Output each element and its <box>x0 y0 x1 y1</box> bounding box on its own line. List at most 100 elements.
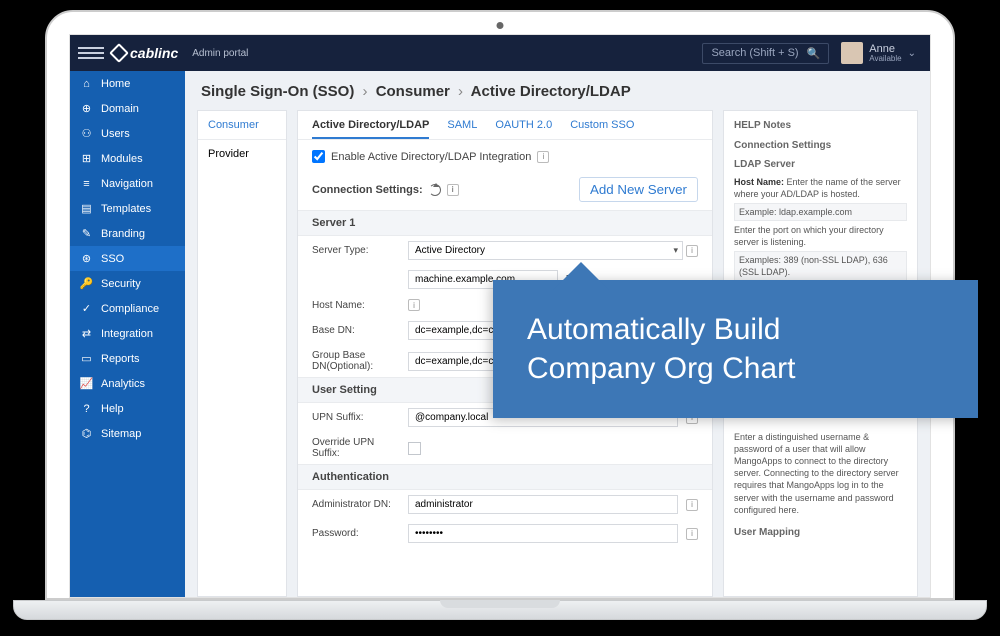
home-icon: ⌂ <box>80 77 93 90</box>
search-input[interactable]: Search (Shift + S) 🔍 <box>702 43 829 64</box>
sidebar-item-label: Users <box>101 128 130 140</box>
left-item-consumer[interactable]: Consumer <box>198 111 286 140</box>
search-placeholder: Search (Shift + S) <box>711 47 798 59</box>
tab-custom[interactable]: Custom SSO <box>570 119 634 139</box>
portal-label: Admin portal <box>192 48 248 59</box>
sidebar-item-sitemap[interactable]: ⌬Sitemap <box>70 421 185 446</box>
breadcrumb: Single Sign-On (SSO) › Consumer › Active… <box>185 71 930 110</box>
branding-icon: ✎ <box>80 227 93 240</box>
help-host-lbl: Host Name: <box>734 177 784 187</box>
sidebar-item-label: Navigation <box>101 178 153 190</box>
templates-icon: ▤ <box>80 202 93 215</box>
info-icon[interactable]: i <box>686 245 698 257</box>
info-icon[interactable]: i <box>447 184 459 196</box>
server-type-label: Server Type: <box>312 245 400 256</box>
override-upn-checkbox[interactable] <box>408 442 421 455</box>
brand-logo-icon <box>109 43 129 63</box>
crumb-adldap: Active Directory/LDAP <box>471 83 631 100</box>
upn-suffix-label: UPN Suffix: <box>312 412 400 423</box>
sidebar-item-label: Security <box>101 278 141 290</box>
host-name-label: Host Name: <box>312 300 400 311</box>
laptop-base <box>13 600 987 620</box>
help-example-ports: Examples: 389 (non-SSL LDAP), 636 (SSL L… <box>734 251 907 281</box>
sidebar-item-label: Domain <box>101 103 139 115</box>
sidebar-item-compliance[interactable]: ✓ Compliance <box>70 296 185 321</box>
search-icon: 🔍 <box>807 47 821 60</box>
sidebar-item-label: Home <box>101 78 130 90</box>
sidebar-item-modules[interactable]: ⊞Modules <box>70 146 185 171</box>
sidebar-item-label: SSO <box>101 253 124 265</box>
help-port-txt: Enter the port on which your directory s… <box>734 224 907 248</box>
left-item-provider[interactable]: Provider <box>198 140 286 168</box>
info-icon[interactable]: i <box>686 528 698 540</box>
sidebar-item-label: Compliance <box>101 303 159 315</box>
info-icon[interactable]: i <box>686 499 698 511</box>
sidebar-item-branding[interactable]: ✎ Branding <box>70 221 185 246</box>
add-server-button[interactable]: Add New Server <box>579 177 698 202</box>
password-label: Password: <box>312 528 400 539</box>
sidebar-item-sso[interactable]: ⊛SSO <box>70 246 185 271</box>
sidebar-item-navigation[interactable]: ≡Navigation <box>70 171 185 196</box>
password-input[interactable] <box>408 524 678 543</box>
connection-settings-label: Connection Settings: <box>312 184 423 196</box>
server-1-header: Server 1 <box>298 210 712 236</box>
user-menu[interactable]: Anne Available ⌄ <box>841 42 916 64</box>
sidebar-item-security[interactable]: 🔑 Security <box>70 271 185 296</box>
sso-tabs: Active Directory/LDAP SAML OAUTH 2.0 Cus… <box>298 111 712 140</box>
group-base-dn-label: Group Base DN(Optional): <box>312 350 400 372</box>
sidebar-item-users[interactable]: ⚇ Users <box>70 121 185 146</box>
sidebar-item-reports[interactable]: ▭ Reports <box>70 346 185 371</box>
crumb-sso[interactable]: Single Sign-On (SSO) <box>201 83 354 100</box>
sidebar-item-label: Modules <box>101 153 143 165</box>
tab-oauth[interactable]: OAUTH 2.0 <box>495 119 552 139</box>
app-header: cablinc Admin portal Search (Shift + S) … <box>70 35 930 71</box>
integration-icon: ⇄ <box>80 327 93 340</box>
enable-adldap-checkbox[interactable] <box>312 150 325 163</box>
enable-adldap-label: Enable Active Directory/LDAP Integration <box>331 151 531 163</box>
info-icon[interactable]: i <box>408 299 420 311</box>
help-ldap-server: LDAP Server <box>734 158 907 172</box>
sidebar-item-integration[interactable]: ⇄ Integration <box>70 321 185 346</box>
brand[interactable]: cablinc <box>112 45 178 61</box>
sidebar-item-home[interactable]: ⌂ Home <box>70 71 185 96</box>
sidebar: ⌂ Home ⊕ Domain ⚇ Users ⊞Modules ≡Navigatio… <box>70 71 185 597</box>
help-title: HELP Notes <box>734 119 907 133</box>
reports-icon: ▭ <box>80 352 93 365</box>
callout-line1: Automatically Build <box>527 310 944 349</box>
users-icon: ⚇ <box>80 127 93 140</box>
tab-saml[interactable]: SAML <box>447 119 477 139</box>
help-conn-settings: Connection Settings <box>734 139 907 153</box>
sidebar-item-label: Analytics <box>101 378 145 390</box>
admin-dn-label: Administrator DN: <box>312 499 400 510</box>
sidebar-item-label: Help <box>101 403 124 415</box>
sidebar-item-templates[interactable]: ▤ Templates <box>70 196 185 221</box>
admin-dn-input[interactable] <box>408 495 678 514</box>
crumb-consumer[interactable]: Consumer <box>376 83 450 100</box>
globe-icon: ⊕ <box>80 102 93 115</box>
info-icon[interactable]: i <box>537 151 549 163</box>
sidebar-item-help[interactable]: ? Help <box>70 396 185 421</box>
laptop-notch <box>440 600 560 608</box>
brand-name: cablinc <box>130 45 178 61</box>
sidebar-item-analytics[interactable]: 📈Analytics <box>70 371 185 396</box>
help-icon: ? <box>80 402 93 415</box>
key-icon: 🔑 <box>80 277 93 290</box>
base-dn-label: Base DN: <box>312 325 400 336</box>
authentication-header: Authentication <box>298 464 712 490</box>
help-example-host: Example: ldap.example.com <box>734 203 907 221</box>
server-type-select[interactable]: Active Directory <box>408 241 683 260</box>
consumer-provider-list: Consumer Provider <box>197 110 287 597</box>
sidebar-item-domain[interactable]: ⊕ Domain <box>70 96 185 121</box>
sidebar-item-label: Integration <box>101 328 153 340</box>
shield-icon: ✓ <box>80 302 93 315</box>
sidebar-item-label: Sitemap <box>101 428 141 440</box>
sidebar-item-label: Templates <box>101 203 151 215</box>
avatar <box>841 42 863 64</box>
tab-adldap[interactable]: Active Directory/LDAP <box>312 119 429 139</box>
user-status: Available <box>869 55 901 63</box>
refresh-icon[interactable] <box>429 184 441 196</box>
sidebar-item-label: Branding <box>101 228 145 240</box>
menu-icon[interactable] <box>78 47 104 59</box>
sidebar-item-label: Reports <box>101 353 140 365</box>
override-upn-label: Override UPN Suffix: <box>312 437 400 459</box>
